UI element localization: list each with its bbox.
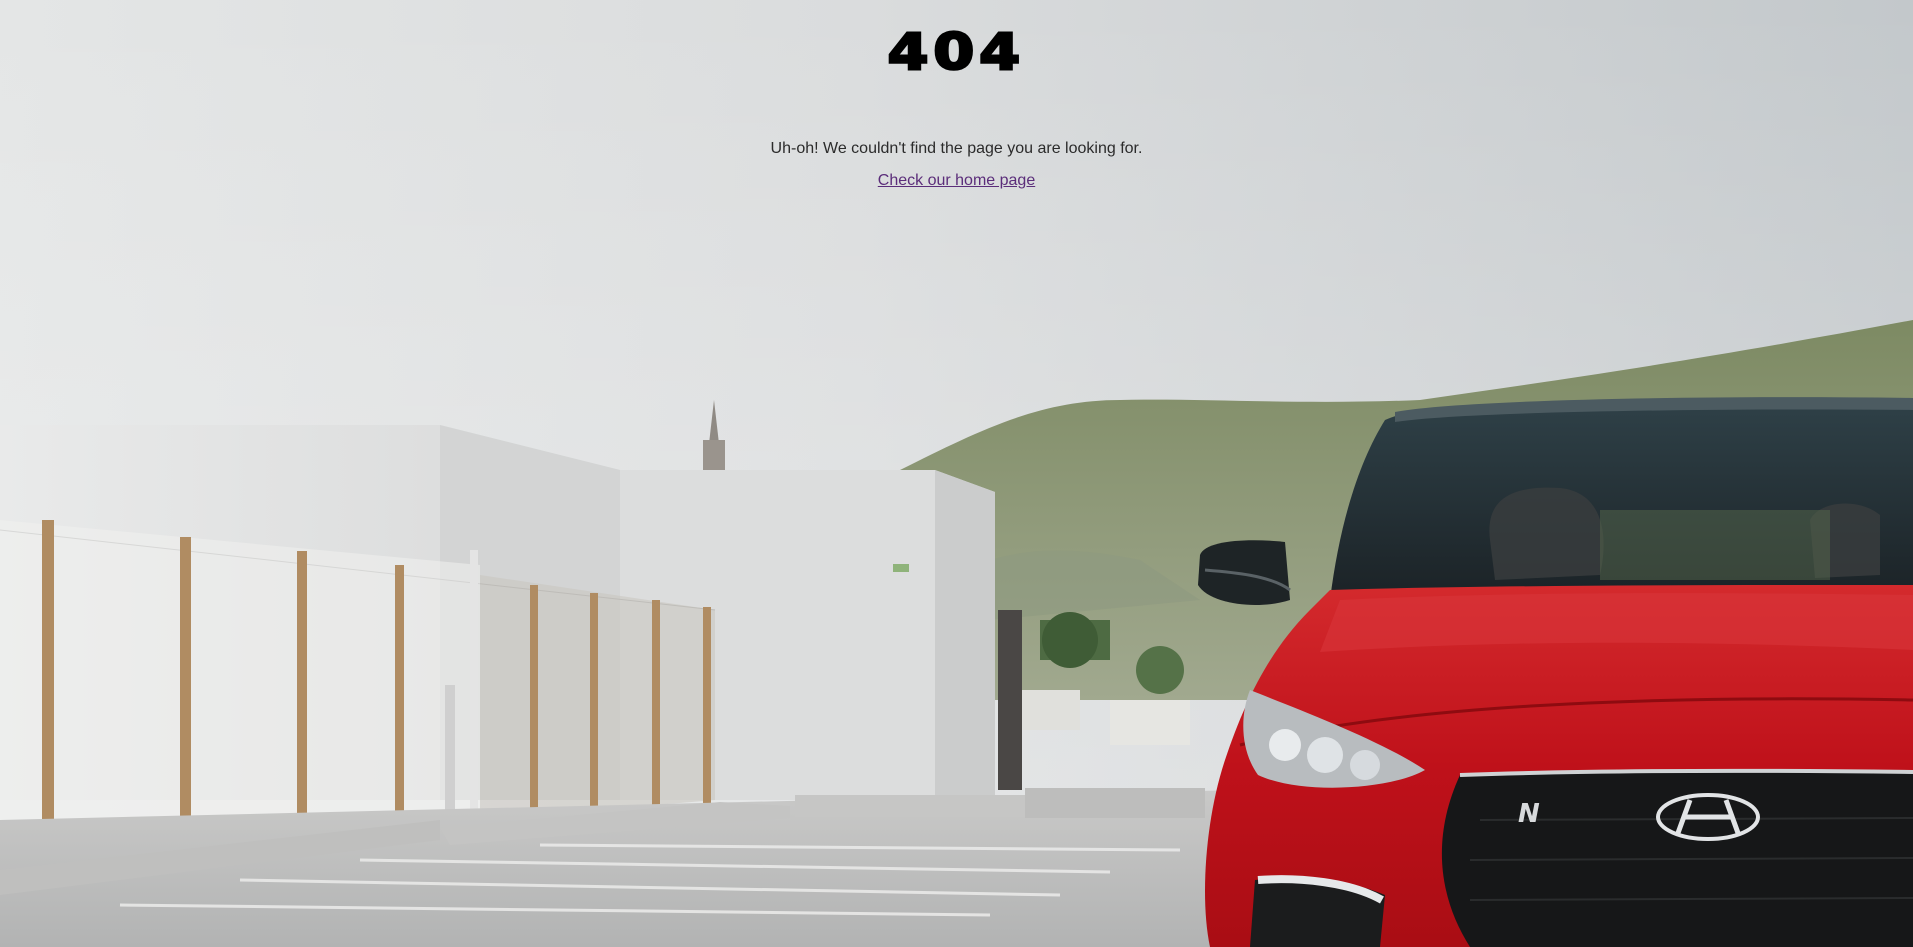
error-message: Uh-oh! We couldn't find the page you are… [770, 140, 1143, 157]
error-code: 404 [886, 22, 1026, 83]
error-content: 404 Uh-oh! We couldn't find the page you… [0, 0, 1913, 190]
n-emblem: N [1518, 799, 1540, 829]
home-page-link[interactable]: Check our home page [878, 172, 1035, 190]
